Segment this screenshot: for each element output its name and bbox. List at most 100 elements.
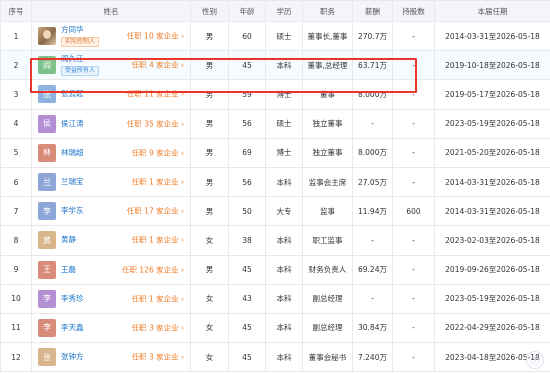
cell-index: 6 bbox=[0, 166, 32, 198]
cell-shares: - bbox=[392, 79, 435, 110]
cell-term: 2022-04-29至2026-05-18 bbox=[434, 312, 550, 344]
person-name-link[interactable]: 林瑞超 bbox=[61, 148, 84, 158]
avatar[interactable]: 李 bbox=[38, 202, 56, 221]
person-name-link[interactable]: 李天鑫 bbox=[61, 323, 84, 333]
offices-link[interactable]: 任职 35 家企业 › bbox=[127, 118, 184, 129]
offices-link[interactable]: 任职 3 家企业 › bbox=[132, 322, 184, 333]
person-name-link[interactable]: 王磊 bbox=[61, 265, 76, 275]
table-row: 3 张张云起 任职 11 家企业 › 男 59 博士 董事 8.000万 -2019-05-17… bbox=[0, 79, 550, 110]
cell-index: 11 bbox=[0, 312, 32, 344]
cell-salary: 8.000万 bbox=[352, 79, 393, 110]
offices-link-label: 任职 9 家企业 bbox=[131, 148, 179, 158]
cell-name: 王王磊 任职 126 家企业 › bbox=[31, 254, 191, 285]
cell-name: 阎阎久江受益所有人 任职 4 家企业 › bbox=[31, 50, 191, 81]
avatar[interactable]: 林 bbox=[38, 143, 56, 162]
offices-link-label: 任职 17 家企业 bbox=[126, 206, 179, 216]
offices-link[interactable]: 任职 1 家企业 › bbox=[132, 235, 184, 246]
cell-name: 李李秀珍 任职 1 家企业 › bbox=[31, 283, 191, 314]
person-name-link[interactable]: 张云起 bbox=[61, 89, 84, 99]
person-name-link[interactable]: 侯江涛 bbox=[61, 119, 84, 129]
cell-gender: 男 bbox=[190, 20, 229, 52]
cell-position: 职工监事 bbox=[302, 225, 353, 256]
person-name-link[interactable]: 兰瑞宝 bbox=[61, 177, 84, 187]
cell-name: 兰兰瑞宝 任职 1 家企业 › bbox=[31, 166, 191, 198]
avatar[interactable]: 张 bbox=[38, 348, 56, 367]
cell-name: 李李学东 任职 17 家企业 › bbox=[31, 196, 191, 227]
cell-education: 大专 bbox=[265, 196, 303, 227]
avatar[interactable]: 阎 bbox=[38, 56, 56, 75]
offices-link[interactable]: 任职 4 家企业 › bbox=[132, 60, 184, 71]
chevron-right-icon: › bbox=[178, 60, 184, 70]
cell-age: 45 bbox=[228, 254, 266, 285]
cell-gender: 男 bbox=[190, 196, 229, 227]
offices-link-label: 任职 126 家企业 bbox=[122, 265, 179, 275]
person-name-link[interactable]: 方同华 bbox=[61, 25, 99, 35]
cell-gender: 男 bbox=[190, 166, 229, 198]
cell-position: 监事会主席 bbox=[302, 166, 353, 198]
header-salary: 薪酬 bbox=[352, 0, 393, 22]
cell-position: 财务负责人 bbox=[302, 254, 353, 285]
offices-link[interactable]: 任职 3 家企业 › bbox=[132, 352, 184, 363]
offices-link-label: 任职 1 家企业 bbox=[131, 177, 179, 187]
avatar[interactable]: 黄 bbox=[38, 231, 56, 250]
cell-index: 8 bbox=[0, 225, 32, 256]
offices-link[interactable]: 任职 17 家企业 › bbox=[127, 206, 184, 217]
offices-link[interactable]: 任职 1 家企业 › bbox=[132, 177, 184, 188]
person-tag[interactable]: 实际控制人 bbox=[61, 37, 100, 48]
watermark-icon: ⓘ bbox=[526, 351, 544, 369]
cell-gender: 男 bbox=[190, 254, 229, 285]
cell-salary: 69.24万 bbox=[352, 254, 393, 285]
cell-salary: 30.84万 bbox=[352, 312, 393, 344]
avatar[interactable]: 侯 bbox=[38, 114, 56, 133]
chevron-right-icon: › bbox=[178, 352, 184, 362]
cell-index: 9 bbox=[0, 254, 32, 285]
cell-term: 2023-05-19至2026-05-18 bbox=[434, 108, 550, 139]
offices-link[interactable]: 任职 1 家企业 › bbox=[132, 293, 184, 304]
cell-education: 硕士 bbox=[265, 20, 303, 52]
person-name-link[interactable]: 李秀珍 bbox=[61, 294, 84, 304]
cell-position: 副总经理 bbox=[302, 312, 353, 344]
cell-term: 2023-05-19至2026-05-18 bbox=[434, 283, 550, 314]
chevron-right-icon: › bbox=[178, 148, 184, 158]
header-gender: 性别 bbox=[190, 0, 229, 22]
cell-age: 56 bbox=[228, 166, 266, 198]
avatar[interactable] bbox=[38, 27, 56, 46]
chevron-right-icon: › bbox=[178, 265, 184, 275]
cell-shares: - bbox=[392, 225, 435, 256]
chevron-right-icon: › bbox=[178, 323, 184, 333]
cell-index: 4 bbox=[0, 108, 32, 139]
offices-link-label: 任职 10 家企业 bbox=[126, 31, 179, 41]
table-row: 4 侯侯江涛 任职 35 家企业 › 男 56 硕士 独立董事 - -2023-05-19至20… bbox=[0, 108, 550, 139]
cell-name: 侯侯江涛 任职 35 家企业 › bbox=[31, 108, 191, 139]
table-row: 5 林林瑞超 任职 9 家企业 › 男 69 博士 独立董事 8.000万 -2021-05-2… bbox=[0, 137, 550, 168]
offices-link[interactable]: 任职 126 家企业 › bbox=[122, 264, 184, 275]
offices-link[interactable]: 任职 9 家企业 › bbox=[132, 147, 184, 158]
person-name-link[interactable]: 李学东 bbox=[61, 206, 84, 216]
person-tag[interactable]: 受益所有人 bbox=[61, 66, 100, 77]
avatar[interactable]: 李 bbox=[38, 318, 56, 337]
cell-index: 3 bbox=[0, 79, 32, 110]
person-name-link[interactable]: 阎久江 bbox=[61, 54, 99, 64]
table-header-row: 序号 姓名 性别 年龄 学历 职务 薪酬 持股数 本届任期 bbox=[0, 0, 550, 22]
avatar[interactable]: 兰 bbox=[38, 173, 56, 192]
person-name-link[interactable]: 黄静 bbox=[61, 235, 76, 245]
cell-shares: - bbox=[392, 50, 435, 81]
offices-link[interactable]: 任职 11 家企业 › bbox=[127, 89, 184, 100]
person-name-link[interactable]: 张钟方 bbox=[61, 352, 84, 362]
cell-age: 59 bbox=[228, 79, 266, 110]
cell-education: 博士 bbox=[265, 79, 303, 110]
avatar[interactable]: 张 bbox=[38, 85, 56, 104]
table-row: 7 李李学东 任职 17 家企业 › 男 50 大专 监事 11.94万 600 2014-03-… bbox=[0, 196, 550, 227]
avatar[interactable]: 王 bbox=[38, 260, 56, 279]
cell-salary: 11.94万 bbox=[352, 196, 393, 227]
cell-shares: 600 bbox=[392, 196, 435, 227]
avatar[interactable]: 李 bbox=[38, 289, 56, 308]
cell-gender: 女 bbox=[190, 312, 229, 344]
header-index: 序号 bbox=[0, 0, 32, 22]
cell-salary: 270.7万 bbox=[352, 20, 393, 52]
cell-age: 43 bbox=[228, 283, 266, 314]
table-row: 9 王王磊 任职 126 家企业 › 男 45 本科 财务负责人 69.24万 -2019-09… bbox=[0, 254, 550, 285]
cell-salary: 7.240万 bbox=[352, 342, 393, 373]
cell-shares: - bbox=[392, 108, 435, 139]
offices-link[interactable]: 任职 10 家企业 › bbox=[127, 31, 184, 42]
